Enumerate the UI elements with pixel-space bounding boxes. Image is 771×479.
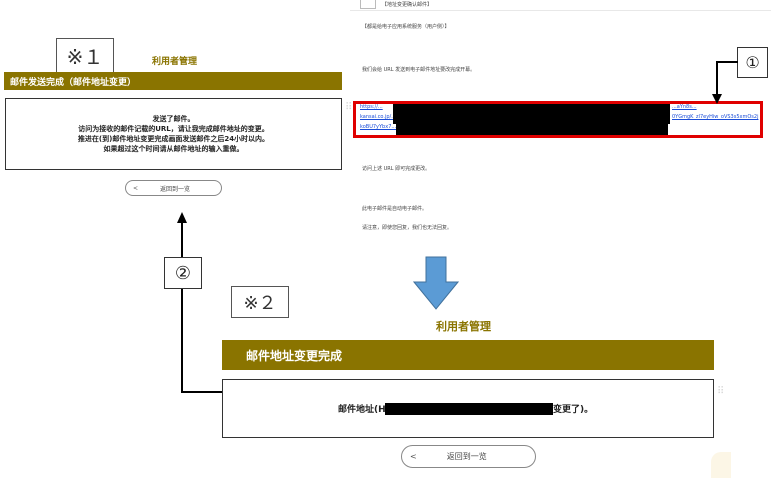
email-subject: 【地址变更确认邮件】 bbox=[382, 2, 433, 8]
note-1-text: ※１ bbox=[66, 45, 104, 69]
down-arrow-icon bbox=[413, 256, 459, 310]
sender-avatar bbox=[360, 0, 376, 9]
bottom-back-to-list-button[interactable]: < 返回到一览 bbox=[401, 445, 536, 468]
url-redaction-2 bbox=[396, 120, 668, 135]
left-back-to-list-button[interactable]: < 返回到一览 bbox=[125, 180, 222, 196]
chevron-left-icon: < bbox=[133, 184, 139, 192]
bottom-message-suffix: 变更了)。 bbox=[553, 405, 594, 415]
email-body-line-2: 访问上述 URL 即可完成更改。 bbox=[362, 166, 431, 172]
left-message-box: 发送了邮件。 访问为接收的邮件记载的URL，请让我完成邮件地址的变更。 推进在(… bbox=[5, 98, 342, 170]
chevron-left-icon: < bbox=[410, 452, 417, 461]
left-page-title: 利用者管理 bbox=[152, 57, 198, 67]
note-2-text: ※２ bbox=[243, 293, 277, 314]
marker-1-text: ① bbox=[745, 53, 760, 72]
url-link-line-2[interactable]: kansai.co.jp/... bbox=[360, 114, 396, 120]
url-link-suffix-1[interactable]: ...aYn8s... bbox=[672, 104, 697, 110]
note-1-label: ※１ bbox=[56, 38, 114, 73]
email-greeting: 【都是给电子应用系统服务（用户侧）】 bbox=[362, 24, 450, 30]
email-body-line-3: 此电子邮件是自动电子邮件。 bbox=[362, 206, 428, 212]
bottom-page-title: 利用者管理 bbox=[436, 320, 491, 333]
marker-2-text: ② bbox=[174, 262, 192, 284]
note-2-label: ※２ bbox=[231, 286, 289, 318]
url-link-suffix-2[interactable]: 0YGmgK_zl7eyHiw_oVS3s5xmOs2j bbox=[672, 114, 758, 120]
left-back-label: 返回到一览 bbox=[160, 185, 191, 193]
url-link-line-1[interactable]: https://... bbox=[360, 104, 383, 110]
bottom-title-bar: 邮件地址变更完成 bbox=[222, 340, 714, 370]
left-message-line-3: 推进在(到)邮件地址变更完成画面发送邮件之后24小时以内。 bbox=[77, 135, 270, 143]
email-body-line-1: 我们会给 URL 发送到电子邮件地址要改完成开幕。 bbox=[362, 67, 476, 73]
bottom-back-label: 返回到一览 bbox=[446, 452, 487, 461]
bottom-message-prefix: 邮件地址(H bbox=[338, 405, 386, 415]
bottom-title-bar-text: 邮件地址变更完成 bbox=[246, 348, 343, 363]
arrow-2-icon bbox=[177, 212, 223, 393]
left-message-line-4: 如果超过这个时间请从邮件地址的输入重做。 bbox=[103, 145, 244, 153]
url-link-line-3[interactable]: koBU7yYbx7... bbox=[360, 124, 396, 130]
arrow-1-icon bbox=[712, 61, 738, 104]
email-body-line-4: 请注意，即使您回复，我们也无法回复。 bbox=[362, 225, 453, 231]
bottom-message-suffix-wrap: 变更了)。 bbox=[553, 402, 593, 415]
left-title-bar-text: 邮件发送完成（邮件地址变更） bbox=[10, 77, 137, 88]
decor-dots-1: ⠿ bbox=[345, 102, 352, 113]
decor-blob bbox=[711, 452, 731, 478]
left-message-line-1: 发送了邮件。 bbox=[152, 115, 195, 123]
marker-2-box: ② bbox=[164, 257, 202, 289]
decor-dots-2: ⠿ bbox=[717, 386, 724, 397]
bottom-message-line: 邮件地址(H bbox=[338, 402, 386, 415]
left-message-line-2: 访问为接收的邮件记载的URL，请让我完成邮件地址的变更。 bbox=[78, 125, 269, 133]
email-redaction bbox=[385, 403, 553, 415]
email-header-divider bbox=[350, 10, 771, 11]
left-title-bar: 邮件发送完成（邮件地址变更） bbox=[4, 72, 342, 90]
